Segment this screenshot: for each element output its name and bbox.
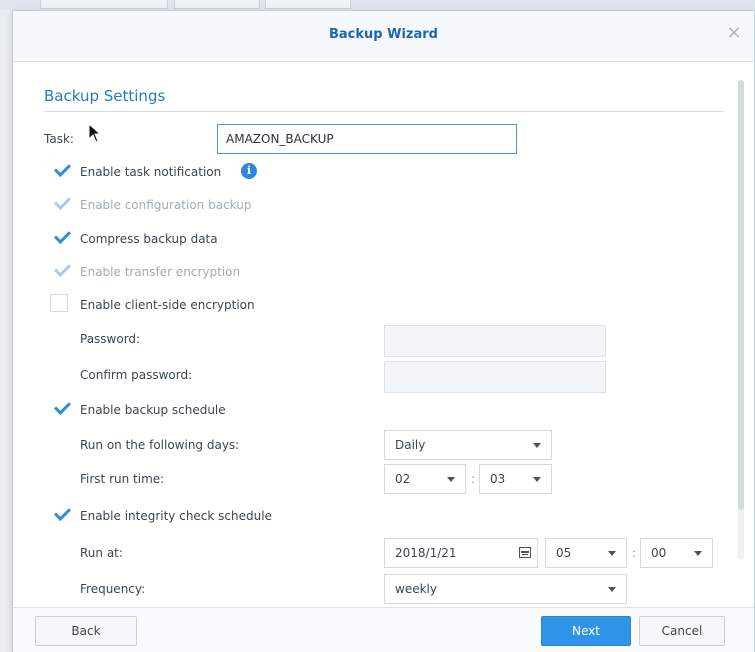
transfer-encryption-checkbox [52,261,70,279]
calendar-icon[interactable] [519,547,531,558]
close-icon[interactable]: × [724,23,744,43]
confirm-password-field [384,361,606,393]
back-button[interactable]: Back [35,616,137,646]
frequency-label: Frequency: [80,582,146,596]
integrity-schedule-checkbox[interactable] [52,505,70,523]
backup-wizard-dialog: Backup Wizard × Backup Settings Task: AM… [12,10,755,652]
background-tab [265,0,351,9]
run-days-value: Daily [395,438,426,452]
chevron-down-icon [694,551,702,556]
section-divider [44,111,724,112]
background-tab [174,0,260,9]
mouse-pointer-icon [88,123,102,143]
client-encryption-checkbox[interactable] [50,294,68,312]
run-at-hour-select[interactable]: 05 [545,538,627,568]
frequency-select[interactable]: weekly [384,574,627,604]
run-at-minute-value: 00 [651,546,667,560]
run-at-date-value: 2018/1/21 [395,546,457,560]
compress-checkbox[interactable] [52,228,70,246]
task-label: Task: [44,132,74,146]
chevron-down-icon [608,551,616,556]
task-name-input[interactable]: AMAZON_BACKUP [217,124,517,154]
next-button[interactable]: Next [541,616,631,646]
dialog-titlebar: Backup Wizard × [13,11,754,62]
client-encryption-label: Enable client-side encryption [80,298,255,312]
chevron-down-icon [447,477,455,482]
task-notification-checkbox[interactable] [52,161,70,179]
transfer-encryption-label: Enable transfer encryption [80,265,241,279]
run-at-hour-value: 05 [556,546,572,560]
first-run-minute-value: 03 [490,472,506,486]
time-separator: : [471,472,476,486]
chevron-down-icon [533,477,541,482]
task-notification-label: Enable task notification [80,165,222,179]
scrollbar[interactable] [738,80,744,560]
password-field [384,325,606,357]
dialog-title: Backup Wizard [329,27,438,42]
first-run-minute-select[interactable]: 03 [479,464,552,494]
run-at-date-picker[interactable]: 2018/1/21 [384,538,538,568]
first-run-hour-value: 02 [395,472,411,486]
backup-schedule-checkbox[interactable] [52,399,70,417]
frequency-value: weekly [395,582,437,596]
config-backup-label: Enable configuration backup [80,198,252,212]
first-run-hour-select[interactable]: 02 [384,464,466,494]
chevron-down-icon [533,443,541,448]
confirm-password-label: Confirm password: [80,368,193,382]
time-separator: : [632,546,637,560]
password-label: Password: [80,332,141,346]
background-tab [40,0,168,9]
section-title: Backup Settings [44,87,166,105]
backup-schedule-label: Enable backup schedule [80,403,226,417]
cancel-button[interactable]: Cancel [639,616,725,646]
run-at-label: Run at: [80,546,123,560]
config-backup-checkbox [52,194,70,212]
run-days-label: Run on the following days: [80,438,240,452]
dialog-content: Backup Settings Task: AMAZON_BACKUP Enab… [13,62,754,607]
compress-label: Compress backup data [80,232,218,246]
integrity-schedule-label: Enable integrity check schedule [80,509,272,523]
info-icon[interactable]: i [241,163,257,179]
first-run-time-label: First run time: [80,472,165,486]
run-at-minute-select[interactable]: 00 [640,538,713,568]
dialog-footer: Back Next Cancel [13,607,754,652]
run-days-select[interactable]: Daily [384,430,552,460]
background-tab-strip [0,0,755,10]
chevron-down-icon [608,587,616,592]
scrollbar-thumb[interactable] [738,80,744,510]
